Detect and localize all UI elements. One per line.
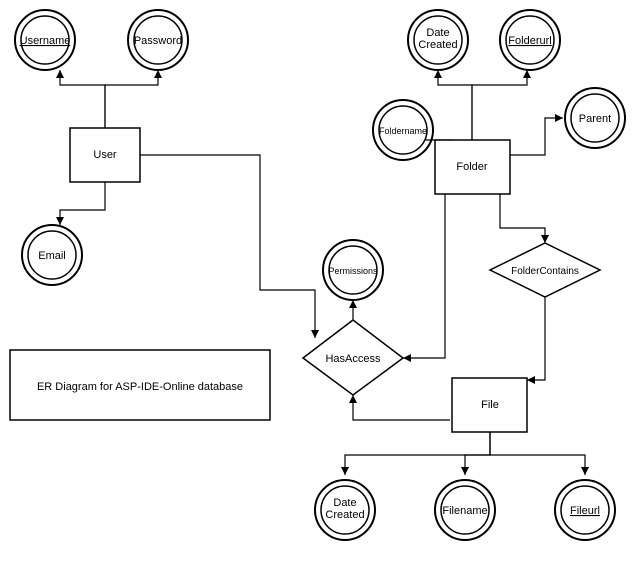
attr-fileurl: Fileurl xyxy=(555,480,615,540)
arrowhead xyxy=(541,235,549,243)
arrowhead xyxy=(154,70,162,78)
attr-file-date-created: Date Created xyxy=(315,480,375,540)
attr-label: Username xyxy=(20,35,71,47)
edge-user-hasaccess xyxy=(140,155,315,338)
attr-label-line1: Date xyxy=(333,497,356,509)
edge-user-email xyxy=(60,182,105,225)
arrowhead xyxy=(349,300,357,308)
edge-file-fileurl xyxy=(490,432,585,475)
attr-folder-date-created: Date Created xyxy=(408,10,468,70)
edge-file-filename xyxy=(465,432,490,475)
caption-label: ER Diagram for ASP-IDE-Online database xyxy=(37,381,243,393)
attr-permissions: Permissions xyxy=(323,240,383,300)
attr-label: Foldername xyxy=(379,126,427,136)
edge-file-datecreated xyxy=(345,432,490,475)
attr-label: Email xyxy=(38,250,66,262)
entity-label: File xyxy=(481,399,499,411)
arrowhead xyxy=(311,330,319,338)
attr-filename: Filename xyxy=(435,480,495,540)
rel-foldercontains: FolderContains xyxy=(490,243,600,297)
arrowhead xyxy=(581,467,589,475)
edge-user-username xyxy=(60,70,105,128)
edge-foldercontains-file xyxy=(527,297,545,380)
attr-label-line2: Created xyxy=(325,509,364,521)
attr-label-line1: Date xyxy=(426,27,449,39)
attr-label-line2: Created xyxy=(418,39,457,51)
attr-label: Password xyxy=(134,35,182,47)
entity-user: User xyxy=(70,128,140,182)
arrowhead xyxy=(527,376,535,384)
entity-folder: Folder xyxy=(435,140,510,194)
arrowhead xyxy=(341,467,349,475)
attr-label: Folderurl xyxy=(508,35,551,47)
attr-username: Username xyxy=(15,10,75,70)
edge-folder-folderurl xyxy=(472,70,527,140)
arrowhead xyxy=(349,395,357,403)
attr-label: Fileurl xyxy=(570,505,600,517)
arrowhead xyxy=(461,467,469,475)
attr-label: Permissions xyxy=(328,266,378,276)
attr-foldername: Foldername xyxy=(373,100,433,160)
arrowhead xyxy=(56,70,64,78)
rel-label: HasAccess xyxy=(325,353,381,365)
attr-label: Filename xyxy=(442,505,487,517)
edge-folder-hasaccess xyxy=(403,180,445,358)
er-diagram: Username Password Email Foldername Date … xyxy=(0,0,640,575)
attr-password: Password xyxy=(128,10,188,70)
arrowhead xyxy=(555,114,563,122)
edge-folder-parent xyxy=(510,118,563,155)
entity-label: Folder xyxy=(456,161,488,173)
edge-folder-datecreated xyxy=(438,70,472,140)
arrowhead xyxy=(434,70,442,78)
arrowhead xyxy=(56,217,64,225)
rel-label: FolderContains xyxy=(511,266,579,277)
edge-hasaccess-file xyxy=(353,395,450,420)
entity-file: File xyxy=(452,378,527,432)
caption-box: ER Diagram for ASP-IDE-Online database xyxy=(10,350,270,420)
attr-email: Email xyxy=(22,225,82,285)
attr-folderurl: Folderurl xyxy=(500,10,560,70)
edge-user-password xyxy=(105,70,158,128)
attr-parent: Parent xyxy=(565,88,625,148)
arrowhead xyxy=(523,70,531,78)
attr-label: Parent xyxy=(579,113,611,125)
entity-label: User xyxy=(93,149,117,161)
